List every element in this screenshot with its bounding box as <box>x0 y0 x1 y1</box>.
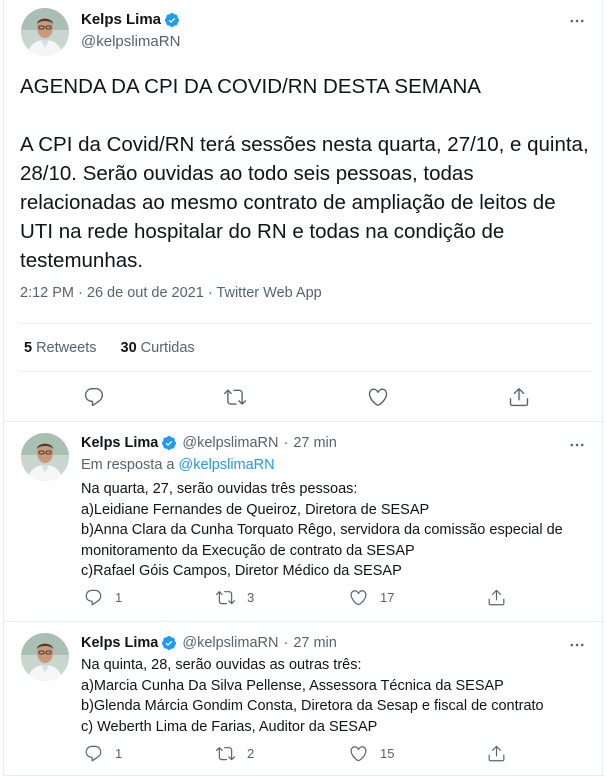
retweet-button[interactable] <box>224 386 246 408</box>
avatar-image <box>21 633 69 681</box>
text-line: a)Marcia Cunha Da Silva Pellense, Assess… <box>81 677 504 694</box>
heart-icon <box>368 388 388 406</box>
reply-icon <box>85 745 102 762</box>
text-line: c) Weberth Lima de Farias, Auditor da SE… <box>81 718 378 735</box>
share-icon <box>488 745 505 762</box>
author-name[interactable]: Kelps Lima <box>81 11 161 28</box>
heart-icon <box>350 590 367 606</box>
tweet-text: Na quarta, 27, serão ouvidas três pessoa… <box>81 479 591 582</box>
text-line: c)Rafael Góis Campos, Diretor Médico da … <box>81 563 402 579</box>
author-name[interactable]: Kelps Lima <box>81 635 158 651</box>
share-icon <box>488 589 505 606</box>
retweet-button[interactable]: 3 <box>216 588 254 607</box>
like-button[interactable]: 17 <box>349 588 394 607</box>
tweet-text: AGENDA DA CPI DA COVID/RN DESTA SEMANA A… <box>20 72 592 275</box>
like-button[interactable] <box>367 386 389 408</box>
likes-stat[interactable]: 30 Curtidas <box>121 340 195 356</box>
share-button[interactable] <box>487 744 506 763</box>
author-name[interactable]: Kelps Lima <box>81 435 158 451</box>
text-line: Na quinta, 28, serão ouvidas as outras t… <box>81 657 362 673</box>
text-line: a)Leidiane Fernandes de Queiroz, Diretor… <box>81 501 430 518</box>
verified-badge-icon <box>164 12 180 28</box>
reply-button[interactable]: 1 <box>84 588 122 607</box>
text-line: b)Glenda Márcia Gondim Consta, Diretora … <box>81 698 544 714</box>
like-count: 15 <box>380 746 395 761</box>
author-handle[interactable]: @kelpslimaRN <box>81 33 180 50</box>
avatar-image <box>21 8 69 56</box>
like-count: 17 <box>380 590 395 605</box>
retweets-count: 5 <box>24 339 33 356</box>
retweet-button[interactable]: 2 <box>216 744 254 763</box>
tweet-actions: 1 2 15 <box>74 744 544 774</box>
retweet-count: 2 <box>247 746 255 761</box>
reply-count: 1 <box>115 590 123 605</box>
verified-badge-icon <box>161 635 177 651</box>
avatar[interactable] <box>21 433 69 481</box>
more-dots-icon[interactable] <box>567 435 587 455</box>
tweet-actions: 1 3 17 <box>74 588 544 618</box>
reply-to-handle-link[interactable]: @kelpslimaRN <box>179 457 275 473</box>
timestamp[interactable]: 27 min <box>293 635 337 651</box>
retweet-count: 3 <box>247 590 255 605</box>
retweet-icon <box>216 747 235 761</box>
author-handle[interactable]: @kelpslimaRN <box>182 435 278 451</box>
reply-icon <box>85 589 102 606</box>
retweets-label: Retweets <box>36 339 97 356</box>
likes-label: Curtidas <box>140 339 195 356</box>
share-button[interactable] <box>487 588 506 607</box>
share-icon <box>509 388 529 407</box>
timestamp[interactable]: 27 min <box>293 435 337 451</box>
tweet-heading: AGENDA DA CPI DA COVID/RN DESTA SEMANA <box>20 75 481 98</box>
reply-count: 1 <box>115 746 123 761</box>
tweet-actions <box>20 380 592 416</box>
retweets-stat[interactable]: 5 Retweets <box>24 340 97 356</box>
separator-dot: · <box>283 635 289 651</box>
separator-dot: · <box>283 435 289 451</box>
tweet-thread: Kelps Lima @kelpslimaRN AGENDA DA CPI DA… <box>3 0 604 776</box>
reply-button[interactable] <box>83 386 105 408</box>
more-dots-icon[interactable] <box>567 11 587 31</box>
reply-button[interactable]: 1 <box>84 744 122 763</box>
reply-icon <box>84 388 104 407</box>
retweet-icon <box>224 389 246 405</box>
verified-badge-icon <box>161 435 177 451</box>
avatar[interactable] <box>21 633 69 681</box>
reply-context: Em resposta a @kelpslimaRN <box>81 457 275 473</box>
reply-to-label: Em resposta a <box>81 457 175 473</box>
text-line: Na quarta, 27, serão ouvidas três pessoa… <box>81 481 358 497</box>
reply-tweet[interactable]: Kelps Lima @kelpslimaRN · 27 min Em resp… <box>4 422 604 622</box>
like-button[interactable]: 15 <box>349 744 394 763</box>
tweet-text: Na quinta, 28, serão ouvidas as outras t… <box>81 655 591 737</box>
main-tweet: Kelps Lima @kelpslimaRN AGENDA DA CPI DA… <box>4 0 604 422</box>
text-line: b)Anna Clara da Cunha Torquato Rêgo, ser… <box>81 522 563 559</box>
reply-tweet[interactable]: Kelps Lima @kelpslimaRN · 27 min Na quin… <box>4 622 604 776</box>
heart-icon <box>350 746 367 762</box>
more-dots-icon[interactable] <box>567 635 587 655</box>
retweet-icon <box>216 591 235 605</box>
tweet-meta[interactable]: 2:12 PM · 26 de out de 2021 · Twitter We… <box>20 285 322 301</box>
avatar-image <box>21 433 69 481</box>
engagement-stats: 5 Retweets 30 Curtidas <box>20 323 592 372</box>
likes-count: 30 <box>120 339 137 356</box>
share-button[interactable] <box>508 386 530 408</box>
tweet-body: A CPI da Covid/RN terá sessões nesta qua… <box>20 133 589 272</box>
avatar[interactable] <box>21 8 69 56</box>
author-handle[interactable]: @kelpslimaRN <box>182 635 278 651</box>
